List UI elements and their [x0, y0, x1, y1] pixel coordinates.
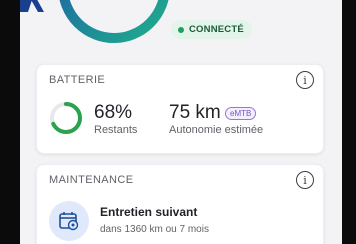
info-icon[interactable]: i [296, 171, 314, 189]
next-service-detail: dans 1360 km ou 7 mois [100, 224, 209, 235]
app-screen: CONNECTÉ BATTERIE i 68% Restants 75 km e… [20, 0, 342, 244]
battery-charge-ring [50, 102, 82, 134]
status-dot [178, 26, 184, 33]
phone-frame-left [0, 0, 20, 244]
next-service-title: Entretien suivant [100, 205, 198, 219]
maintenance-card-title: MAINTENANCE [49, 174, 134, 186]
phone-frame-right [342, 0, 356, 244]
info-icon-glyph: i [303, 73, 307, 87]
brand-logo-icon [20, 0, 44, 12]
battery-card-title: BATTERIE [49, 74, 106, 86]
battery-card[interactable]: BATTERIE i 68% Restants 75 km eMTB Auton… [36, 64, 324, 154]
range-estimate-label: Autonomie estimée [169, 124, 264, 136]
battery-percent: 68% [94, 102, 133, 123]
ride-mode-badge: eMTB [225, 107, 257, 120]
info-icon[interactable]: i [296, 71, 314, 89]
battery-remaining-label: Restants [94, 124, 138, 136]
progress-ring-icon [59, 0, 169, 43]
status-badge: CONNECTÉ [171, 20, 252, 39]
calendar-gear-icon [49, 201, 89, 241]
status-label: CONNECTÉ [189, 24, 244, 35]
info-icon-glyph: i [303, 173, 307, 187]
maintenance-card[interactable]: MAINTENANCE i Entretien suivant dans 136… [36, 164, 324, 244]
range-value: 75 km [169, 102, 221, 123]
